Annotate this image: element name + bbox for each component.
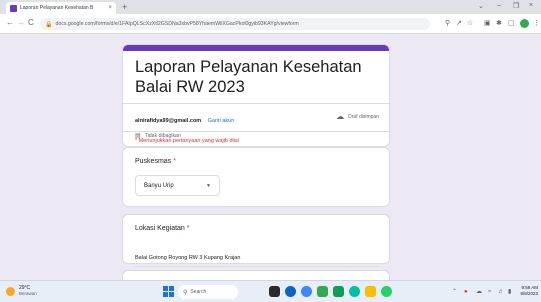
browser-tab[interactable]: Laporan Pelayanan Kesehatan B × bbox=[6, 2, 116, 14]
account-row: alnirafidya99@gmail.com Ganti akun ▤ Tid… bbox=[123, 104, 389, 139]
question-card-puskesmas: Puskesmas * Banyu Urip ▼ bbox=[122, 147, 390, 207]
form-title: Laporan Pelayanan Kesehatan Balai RW 202… bbox=[135, 58, 362, 96]
puskesmas-dropdown[interactable]: Banyu Urip ▼ bbox=[135, 175, 220, 196]
dropdown-selected-value: Banyu Urip bbox=[144, 182, 174, 189]
form-header-card: Laporan Pelayanan Kesehatan Balai RW 202… bbox=[122, 44, 390, 147]
browser-toolbar: ← → C 🔒 docs.google.com/forms/d/e/1FAIpQ… bbox=[0, 14, 541, 34]
chevron-down-icon: ▼ bbox=[206, 182, 211, 189]
app-icon[interactable] bbox=[317, 286, 328, 297]
tab-title: Laporan Pelayanan Kesehatan B bbox=[20, 5, 94, 11]
search-label: Search bbox=[190, 289, 207, 295]
minimize-button[interactable]: – bbox=[497, 2, 501, 9]
bookmark-star-icon[interactable]: ☆ bbox=[467, 19, 473, 28]
task-view-icon[interactable] bbox=[269, 286, 280, 297]
app-icon[interactable] bbox=[349, 286, 360, 297]
close-window-button[interactable]: × bbox=[529, 2, 533, 9]
wifi-icon[interactable]: ≈ bbox=[488, 288, 491, 296]
extension-icon[interactable]: ▣ bbox=[484, 19, 491, 28]
taskbar-search[interactable]: ⚲ Search bbox=[178, 285, 238, 299]
start-button[interactable] bbox=[163, 286, 174, 297]
question-label: Puskesmas * bbox=[123, 148, 389, 165]
search-icon: ⚲ bbox=[183, 289, 188, 296]
zoom-icon[interactable]: ⚲ bbox=[445, 19, 450, 28]
tray-chevron-up-icon[interactable]: ⌃ bbox=[452, 288, 457, 296]
question-label-text: Puskesmas bbox=[135, 158, 172, 165]
switch-account-link[interactable]: Ganti akun bbox=[208, 118, 235, 124]
system-clock[interactable]: 9:59 AM 8/8/2023 bbox=[516, 285, 538, 297]
tab-search-icon[interactable]: ⌄ bbox=[478, 2, 484, 10]
url-text: docs.google.com/forms/d/e/1FAIpQLScXzXtl… bbox=[55, 21, 299, 27]
tray-cloud-icon[interactable]: ☁ bbox=[476, 288, 482, 296]
question-label-text: Lokasi Kegiatan bbox=[135, 225, 185, 232]
clock-date: 8/8/2023 bbox=[520, 291, 538, 296]
question-label: Lokasi Kegiatan * bbox=[123, 215, 389, 232]
side-panel-icon[interactable]: ▢ bbox=[508, 19, 515, 28]
new-tab-button[interactable]: + bbox=[122, 2, 127, 12]
question-card-next bbox=[122, 270, 390, 280]
extensions-puzzle-icon[interactable]: ✱ bbox=[496, 19, 502, 28]
maximize-button[interactable]: ❐ bbox=[513, 2, 519, 10]
tab-close-icon[interactable]: × bbox=[108, 5, 112, 11]
profile-avatar[interactable] bbox=[520, 19, 529, 28]
lokasi-input[interactable]: Balai Gotong Royong RW 3 Kupang Krajan bbox=[135, 246, 379, 267]
forward-button[interactable]: → bbox=[17, 18, 25, 28]
account-email: alnirafidya99@gmail.com bbox=[135, 118, 202, 124]
taskbar: 29°C Berawan ⚲ Search ⌃ ● ☁ ≈ ♬ ▮ 9:59 A… bbox=[0, 280, 541, 302]
windows-logo-icon bbox=[163, 286, 168, 291]
whatsapp-icon[interactable] bbox=[381, 286, 392, 297]
volume-icon[interactable]: ♬ bbox=[498, 288, 504, 296]
required-asterisk: * bbox=[186, 225, 190, 232]
file-explorer-icon[interactable] bbox=[365, 286, 376, 297]
draft-saved-text: Draf disimpan bbox=[348, 113, 379, 120]
draft-status: ☁ Draf disimpan bbox=[336, 112, 379, 121]
back-button[interactable]: ← bbox=[6, 18, 14, 28]
app-icon[interactable] bbox=[333, 286, 344, 297]
battery-icon[interactable]: ▮ bbox=[508, 288, 511, 296]
not-shared-text: Tidak dibagikan bbox=[144, 132, 181, 139]
address-bar[interactable]: 🔒 docs.google.com/forms/d/e/1FAIpQLScXzX… bbox=[40, 18, 430, 30]
tab-strip: Laporan Pelayanan Kesehatan B × + ⌄ – ❐ … bbox=[0, 0, 541, 14]
reload-button[interactable]: C bbox=[28, 18, 34, 28]
not-shared-icon: ▤ bbox=[135, 133, 141, 139]
weather-sun-icon bbox=[6, 286, 15, 296]
menu-dots-icon[interactable]: ⋮ bbox=[533, 19, 540, 28]
chrome-icon[interactable] bbox=[301, 286, 312, 297]
weather-widget[interactable]: 29°C Berawan bbox=[6, 285, 37, 297]
google-forms-favicon-icon bbox=[10, 4, 17, 12]
cloud-saved-icon: ☁ bbox=[336, 112, 345, 121]
share-page-icon[interactable]: ↗ bbox=[456, 19, 462, 28]
edge-icon[interactable] bbox=[285, 286, 296, 297]
weather-condition: Berawan bbox=[19, 291, 37, 296]
lock-icon: 🔒 bbox=[45, 21, 53, 28]
required-asterisk: * bbox=[173, 158, 176, 165]
tray-app-icon[interactable]: ● bbox=[464, 288, 468, 296]
question-card-lokasi: Lokasi Kegiatan * Balai Gotong Royong RW… bbox=[122, 214, 390, 267]
lokasi-input-value: Balai Gotong Royong RW 3 Kupang Krajan bbox=[135, 255, 241, 261]
